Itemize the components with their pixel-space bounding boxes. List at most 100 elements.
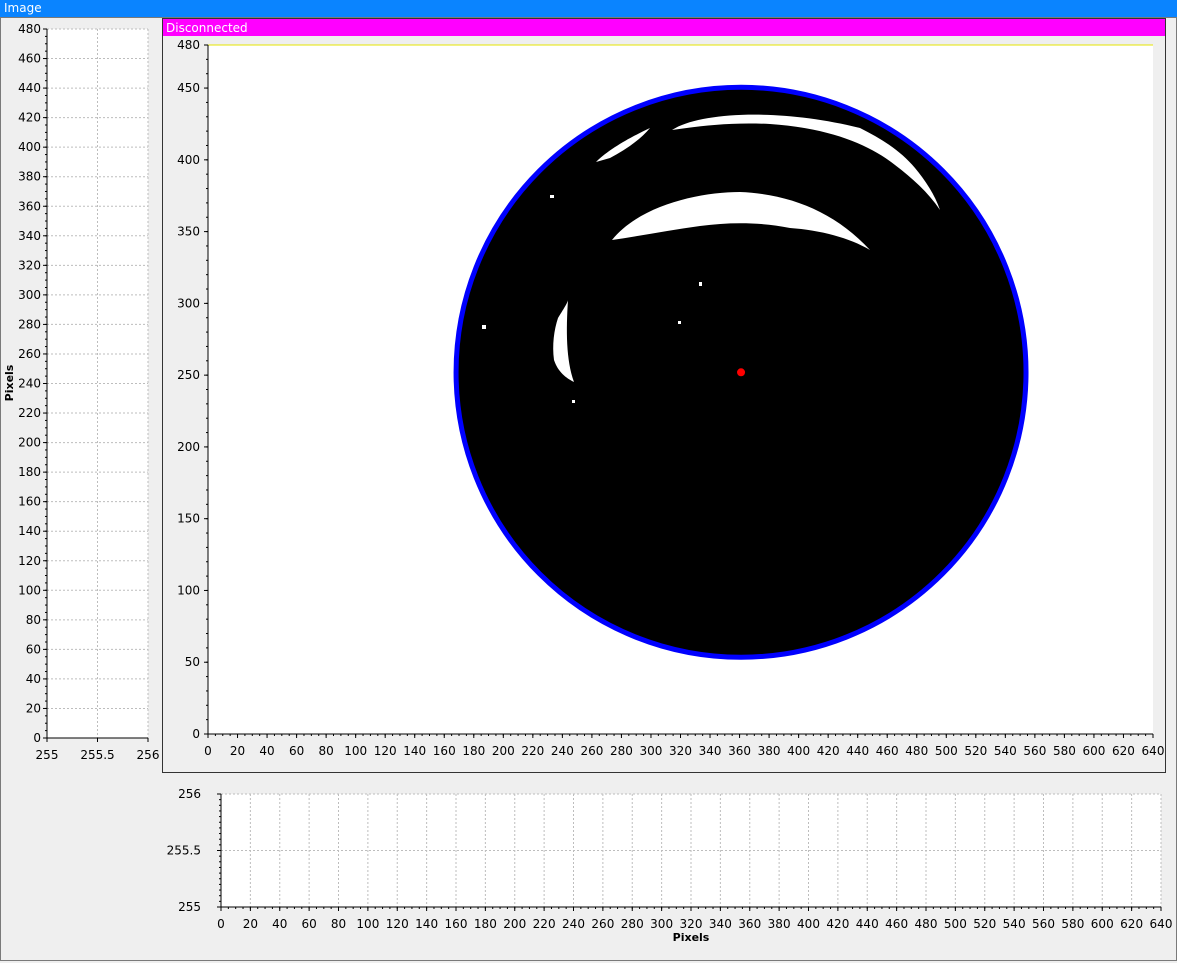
- y-tick-label: 440: [18, 81, 41, 95]
- y-tick-label: 300: [177, 296, 200, 310]
- status-bar: [163, 19, 1165, 36]
- y-tick-label: 300: [18, 288, 41, 302]
- y-tick-label: 250: [177, 368, 200, 382]
- dot-speckle: [699, 282, 702, 286]
- status-text: Disconnected: [166, 21, 248, 35]
- x-tick-label: 40: [272, 917, 287, 931]
- x-tick-label: 500: [935, 744, 958, 758]
- x-tick-label: 640: [1142, 744, 1165, 758]
- y-tick-label: 480: [177, 38, 200, 52]
- y-tick-label: 160: [18, 495, 41, 509]
- y-tick-label: 320: [18, 258, 41, 272]
- y-tick-label: 400: [18, 140, 41, 154]
- x-tick-label: 160: [433, 744, 456, 758]
- x-tick-label: 460: [885, 917, 908, 931]
- x-tick-label: 300: [640, 744, 663, 758]
- x-tick-label: 60: [289, 744, 304, 758]
- x-tick-label: 80: [318, 744, 333, 758]
- y-tick-label: 256: [178, 787, 201, 801]
- x-tick-label: 580: [1053, 744, 1076, 758]
- x-tick-label: 340: [699, 744, 722, 758]
- x-tick-label: 340: [709, 917, 732, 931]
- x-tick-label: 220: [533, 917, 556, 931]
- y-tick-label: 460: [18, 52, 41, 66]
- x-tick-label: 520: [964, 744, 987, 758]
- bottom-x-axis-label: Pixels: [673, 931, 710, 944]
- x-tick-label: 80: [331, 917, 346, 931]
- x-tick-label: 440: [856, 917, 879, 931]
- dot-speckle: [482, 325, 486, 329]
- y-tick-label: 100: [18, 583, 41, 597]
- x-tick-label: 360: [728, 744, 751, 758]
- x-tick-label: 540: [994, 744, 1017, 758]
- y-tick-label: 80: [26, 613, 41, 627]
- x-tick-label: 300: [650, 917, 673, 931]
- y-tick-label: 255: [178, 900, 201, 914]
- x-tick-label: 120: [374, 744, 397, 758]
- x-tick-label: 520: [973, 917, 996, 931]
- x-tick-label: 640: [1150, 917, 1173, 931]
- x-tick-label: 40: [259, 744, 274, 758]
- x-tick-label: 580: [1061, 917, 1084, 931]
- x-tick-label: 140: [415, 917, 438, 931]
- y-tick-label: 150: [177, 512, 200, 526]
- dot-speckle: [572, 400, 575, 403]
- left-profile-plot[interactable]: 0 20 40 60 80 100 120 140 160 180 200 220 240 260 280 3…: [3, 22, 159, 762]
- x-tick-label: 380: [758, 744, 781, 758]
- x-tick-label: 160: [445, 917, 468, 931]
- y-tick-label: 450: [177, 81, 200, 95]
- x-tick-label: 220: [521, 744, 544, 758]
- y-tick-label: 340: [18, 229, 41, 243]
- x-tick-label: 540: [1003, 917, 1026, 931]
- main-image-plot[interactable]: 0 50 100 150 200 250 300 350 400 450 480 0 20 40 60 80…: [177, 38, 1164, 758]
- x-tick-label: 420: [826, 917, 849, 931]
- x-tick-label: 280: [621, 917, 644, 931]
- x-tick-label: 500: [944, 917, 967, 931]
- x-tick-label: 480: [915, 917, 938, 931]
- x-tick-label: 240: [551, 744, 574, 758]
- x-tick-label: 20: [230, 744, 245, 758]
- x-tick-label: 180: [462, 744, 485, 758]
- x-tick-label: 600: [1091, 917, 1114, 931]
- x-tick-label: 600: [1082, 744, 1105, 758]
- x-tick-label: 620: [1120, 917, 1143, 931]
- x-tick-label: 260: [591, 917, 614, 931]
- x-tick-label: 200: [503, 917, 526, 931]
- x-tick-label: 400: [797, 917, 820, 931]
- x-tick-label: 255: [36, 748, 59, 762]
- y-tick-label: 255.5: [167, 844, 201, 858]
- x-tick-label: 20: [243, 917, 258, 931]
- x-tick-label: 240: [562, 917, 585, 931]
- x-tick-label: 255.5: [80, 748, 114, 762]
- x-tick-label: 400: [787, 744, 810, 758]
- y-tick-label: 180: [18, 465, 41, 479]
- x-tick-label: 120: [386, 917, 409, 931]
- x-tick-label: 560: [1032, 917, 1055, 931]
- centroid-marker: [737, 368, 746, 377]
- y-tick-label: 420: [18, 111, 41, 125]
- x-tick-label: 480: [905, 744, 928, 758]
- y-tick-label: 200: [18, 436, 41, 450]
- y-tick-label: 400: [177, 153, 200, 167]
- y-tick-label: 260: [18, 347, 41, 361]
- y-tick-label: 350: [177, 225, 200, 239]
- x-tick-label: 380: [768, 917, 791, 931]
- bottom-profile-plot[interactable]: 256 255.5 255 0 20 40 60 80 100 120 140 160 180 200 2…: [167, 787, 1173, 944]
- y-tick-label: 50: [185, 655, 200, 669]
- x-tick-label: 180: [474, 917, 497, 931]
- x-tick-label: 280: [610, 744, 633, 758]
- y-tick-label: 60: [26, 642, 41, 656]
- x-tick-label: 320: [680, 917, 703, 931]
- y-tick-label: 360: [18, 199, 41, 213]
- x-tick-label: 0: [204, 744, 212, 758]
- x-tick-label: 560: [1023, 744, 1046, 758]
- dot-speckle: [678, 321, 681, 324]
- y-tick-label: 20: [26, 701, 41, 715]
- x-tick-label: 60: [301, 917, 316, 931]
- y-tick-label: 280: [18, 317, 41, 331]
- left-y-axis-label: Pixels: [3, 364, 16, 401]
- x-tick-label: 100: [356, 917, 379, 931]
- x-tick-label: 440: [846, 744, 869, 758]
- y-tick-label: 480: [18, 22, 41, 36]
- y-tick-label: 100: [177, 583, 200, 597]
